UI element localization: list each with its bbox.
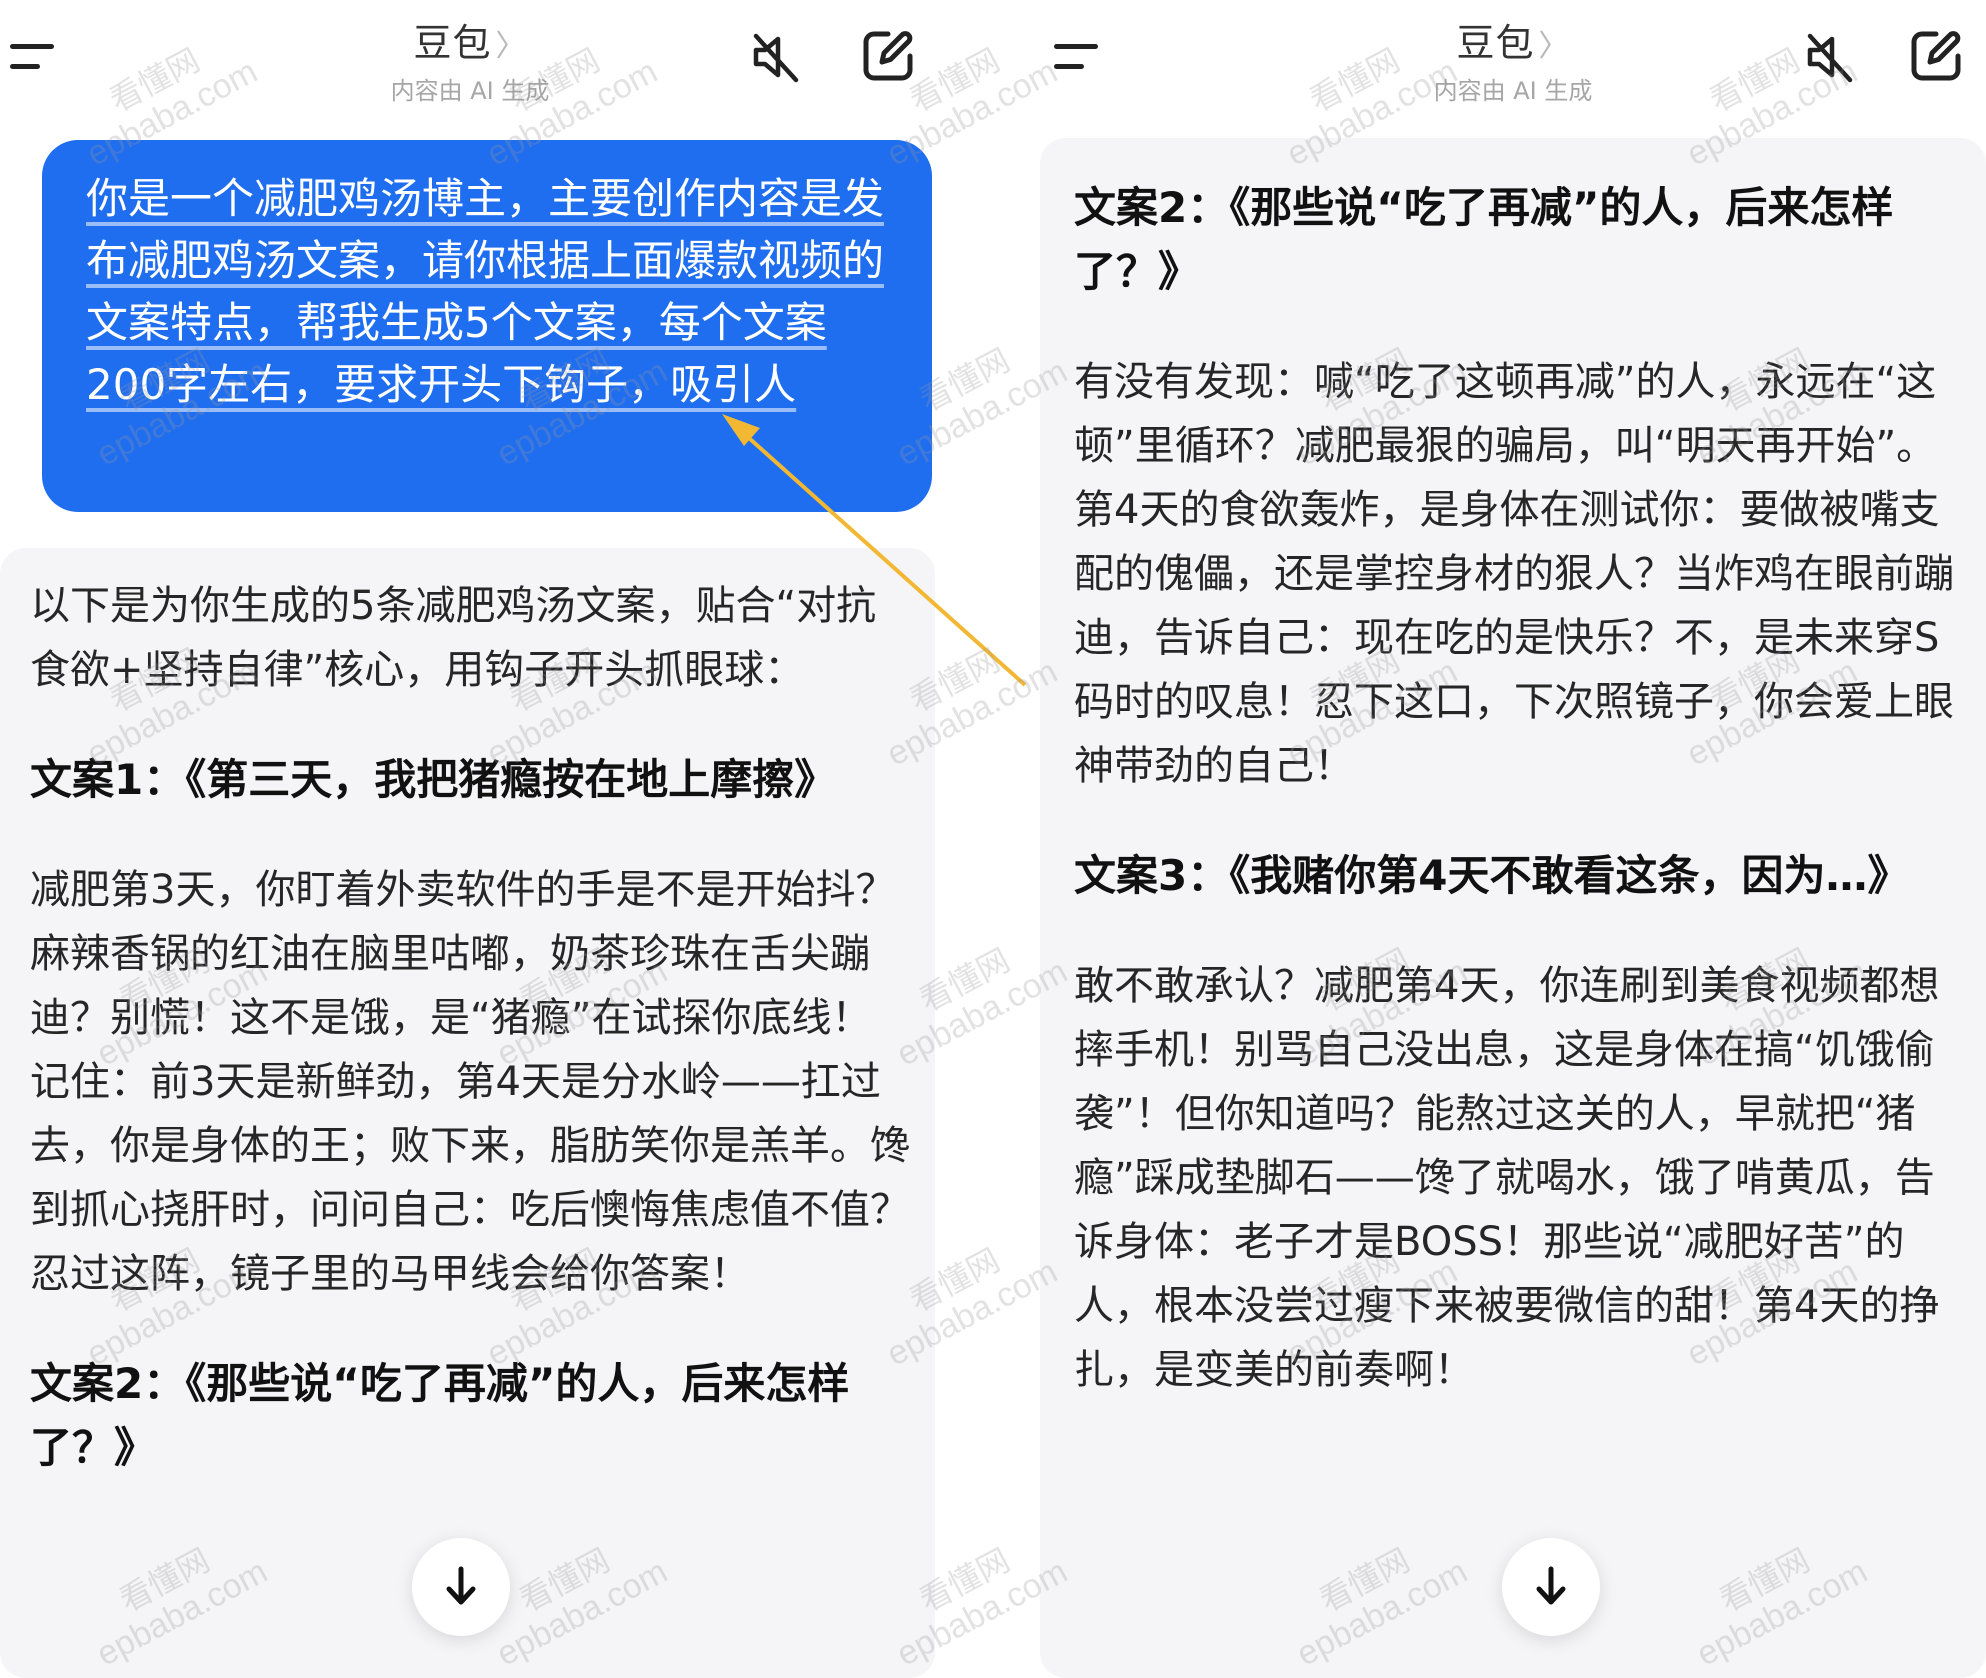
scroll-to-bottom-button[interactable]	[412, 1538, 510, 1636]
edit-icon[interactable]	[1906, 26, 1966, 86]
copy-2-heading: 文案2：《那些说“吃了再减”的人，后来怎样了？》	[30, 1359, 850, 1472]
copy-3-body: 敢不敢承认？减肥第4天，你连刷到美食视频都想摔手机！别骂自己没出息，这是身体在搞…	[1074, 963, 1940, 1393]
chevron-right-icon: 〉	[495, 29, 527, 64]
copy-1-body: 减肥第3天，你盯着外卖软件的手是不是开始抖？麻辣香锅的红油在脑里咕嘟，奶茶珍珠在…	[30, 867, 910, 1297]
ai-reply-card: 以下是为你生成的5条减肥鸡汤文案，贴合“对抗食欲+坚持自律”核心，用钩子开头抓眼…	[0, 548, 935, 1678]
chat-header: 豆包〉 内容由 AI 生成	[1040, 0, 1986, 130]
reply-intro: 以下是为你生成的5条减肥鸡汤文案，贴合“对抗食欲+坚持自律”核心，用钩子开头抓眼…	[30, 583, 877, 693]
ai-reply-card: 文案2：《那些说“吃了再减”的人，后来怎样了？》 有没有发现：喊“吃了这顿再减”…	[1040, 138, 1986, 1678]
edit-icon[interactable]	[858, 26, 918, 86]
scroll-down-icon	[1536, 1566, 1566, 1605]
mute-icon[interactable]	[746, 28, 804, 86]
user-message-text: 你是一个减肥鸡汤博主，主要创作内容是发布减肥鸡汤文案，请你根据上面爆款视频的文案…	[86, 174, 885, 409]
chat-panel-left: 豆包〉 内容由 AI 生成 你是一个减肥鸡汤博主，主要创作内容是发布减肥鸡汤文案…	[0, 0, 940, 1678]
user-message-bubble[interactable]: 你是一个减肥鸡汤博主，主要创作内容是发布减肥鸡汤文案，请你根据上面爆款视频的文案…	[42, 140, 932, 512]
copy-2-heading: 文案2：《那些说“吃了再减”的人，后来怎样了？》	[1074, 183, 1894, 296]
copy-3-heading: 文案3：《我赌你第4天不敢看这条，因为…》	[1074, 851, 1910, 900]
scroll-to-bottom-button[interactable]	[1502, 1538, 1600, 1636]
chevron-right-icon: 〉	[1538, 29, 1570, 64]
copy-1-heading: 文案1：《第三天，我把猪瘾按在地上摩擦》	[30, 755, 837, 804]
scroll-down-icon	[446, 1566, 476, 1605]
copy-2-body: 有没有发现：喊“吃了这顿再减”的人，永远在“这顿”里循环？减肥最狠的骗局，叫“明…	[1074, 359, 1954, 789]
mute-icon[interactable]	[1800, 28, 1858, 86]
chat-panel-right: 豆包〉 内容由 AI 生成 文案2：《那些说“吃了再减”的人，后来怎样了？》 有…	[1040, 0, 1986, 1678]
chat-header: 豆包〉 内容由 AI 生成	[0, 0, 940, 130]
